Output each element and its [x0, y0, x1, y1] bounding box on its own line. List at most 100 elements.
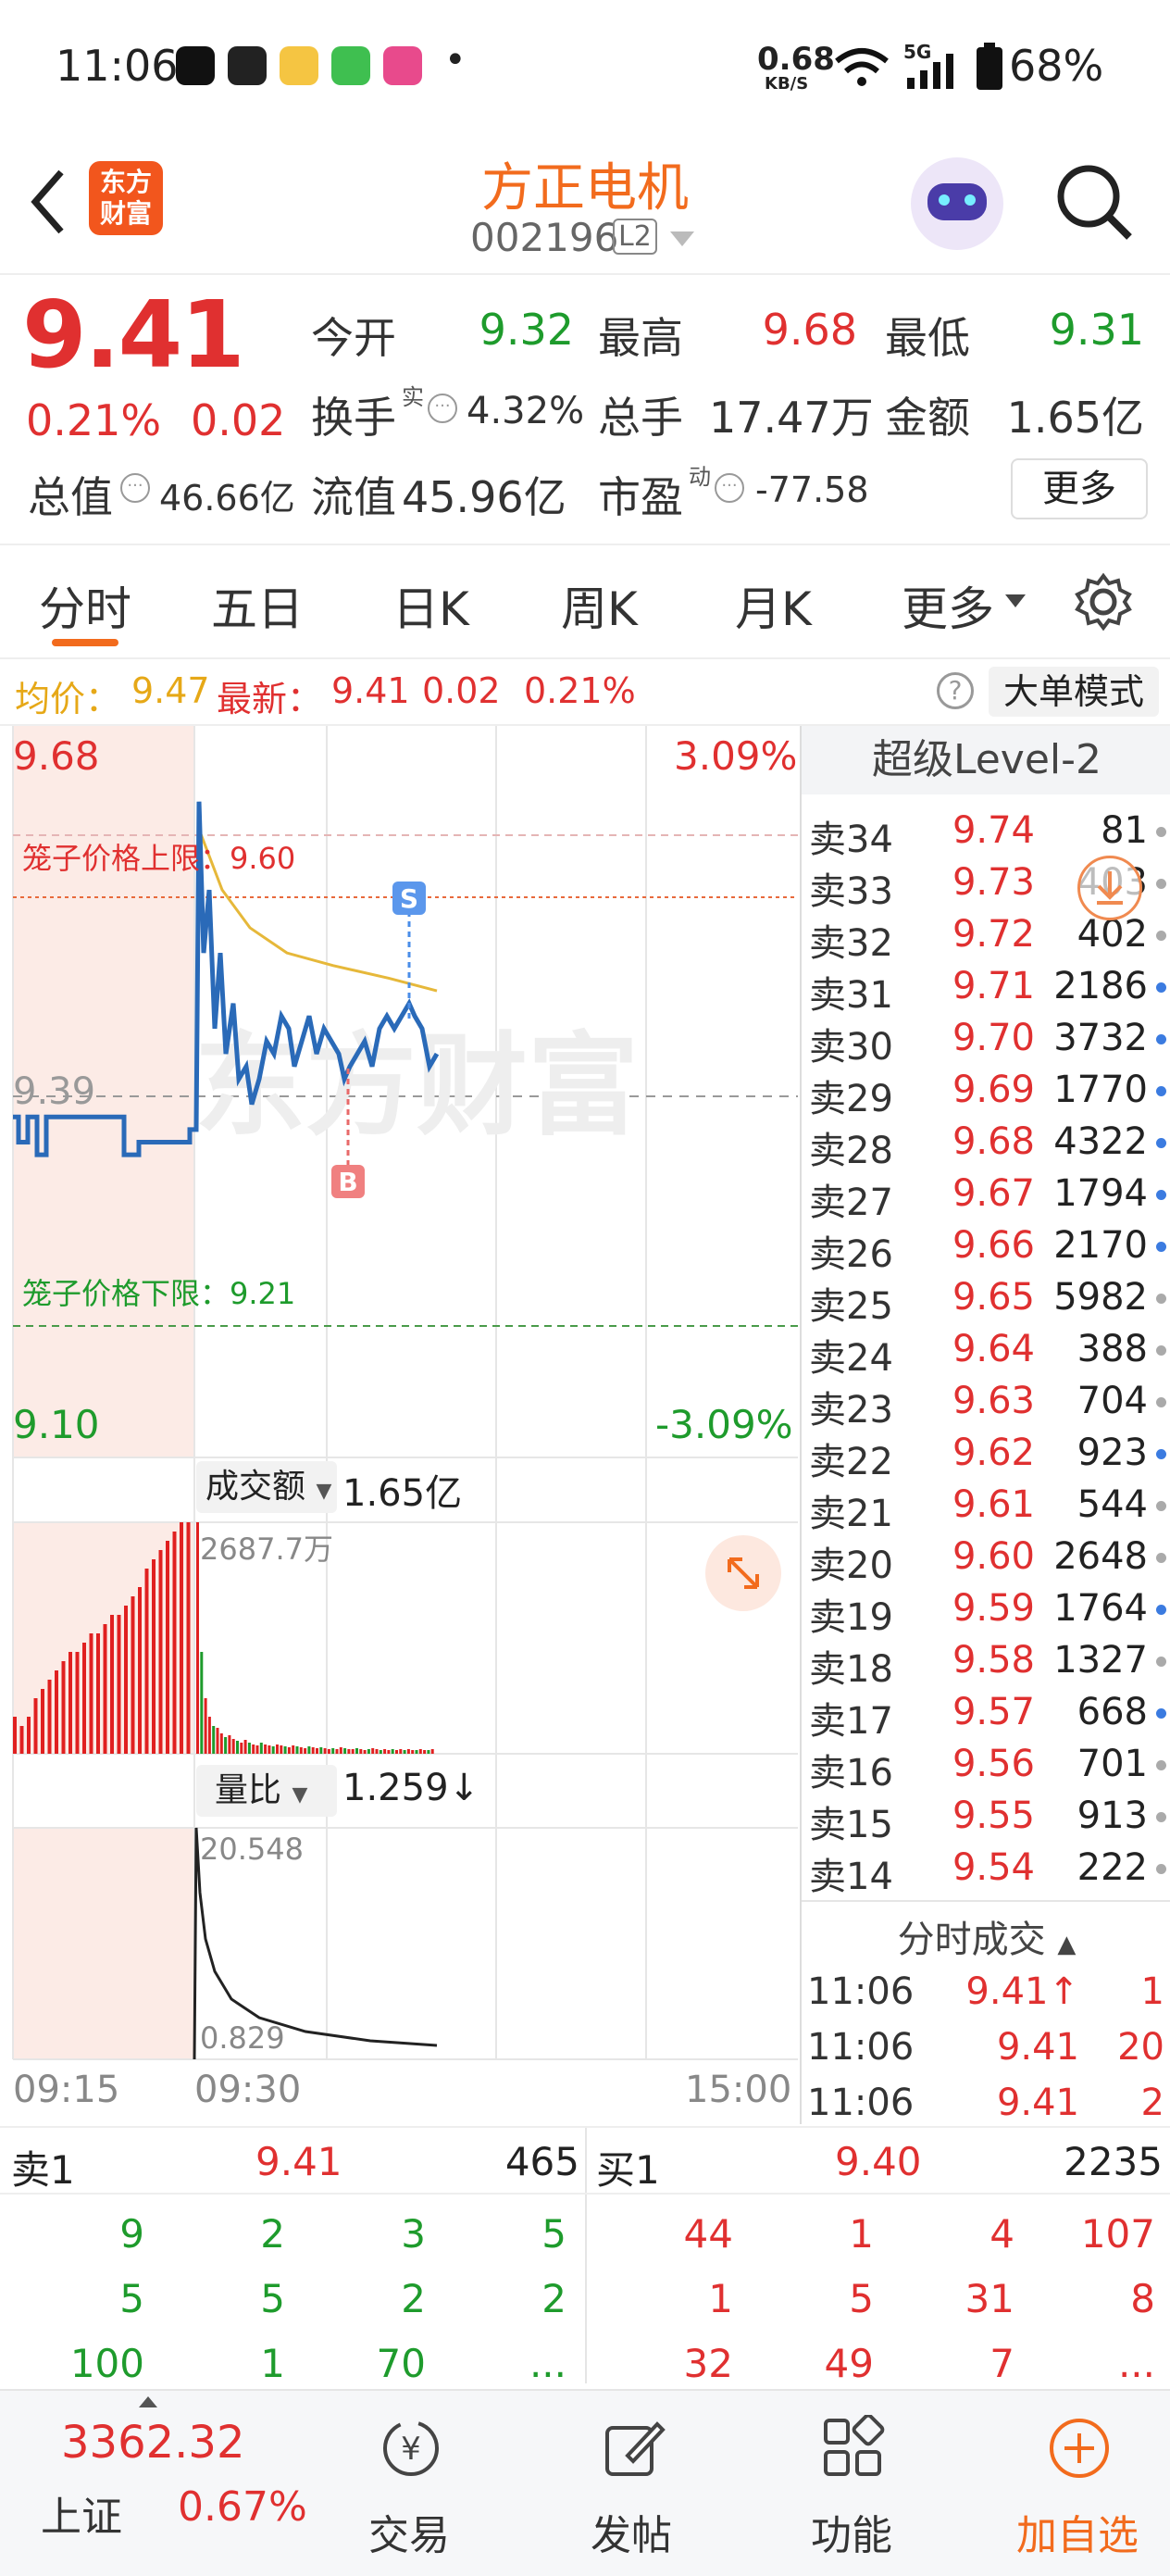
ask-row[interactable]: 卖22 9.62 923 — [802, 1428, 1170, 1483]
volume-bar — [68, 1652, 72, 1754]
expand-icon[interactable] — [705, 1535, 781, 1611]
volume-selector[interactable]: 成交额 ▼ — [196, 1461, 337, 1513]
ask-price: 9.56 — [952, 1743, 1035, 1785]
ask-row[interactable]: 卖21 9.61 544 — [802, 1480, 1170, 1535]
ask-dot — [1156, 1760, 1166, 1770]
ask-level: 卖33 — [809, 870, 893, 913]
search-icon[interactable] — [1055, 163, 1135, 243]
download-icon[interactable] — [1077, 856, 1142, 920]
ask-row[interactable]: 卖25 9.65 5982 — [802, 1272, 1170, 1328]
svg-text:¥: ¥ — [401, 2431, 421, 2468]
caret-down-icon: ▼ — [316, 1480, 332, 1503]
low-value: 9.31 — [1049, 305, 1144, 355]
ask-row[interactable]: 卖31 9.71 2186 — [802, 961, 1170, 1017]
ask-row[interactable]: 卖28 9.68 4322 — [802, 1117, 1170, 1172]
ask-row[interactable]: 卖34 9.74 81 — [802, 806, 1170, 861]
caret-down-icon[interactable] — [670, 231, 694, 246]
ask-row[interactable]: 卖26 9.66 2170 — [802, 1220, 1170, 1276]
ask-row[interactable]: 卖30 9.70 3732 — [802, 1013, 1170, 1069]
info-dots-icon[interactable]: ··· — [120, 473, 150, 503]
ask-level: 卖17 — [809, 1700, 893, 1743]
net-unit: KB/S — [765, 74, 809, 94]
latest-change: 0.02 — [422, 670, 501, 711]
nav-post[interactable]: 发帖 — [548, 2391, 715, 2576]
ask-row[interactable]: 卖27 9.67 1794 — [802, 1169, 1170, 1224]
tab-daily-k[interactable]: 日K — [392, 572, 469, 639]
tab-more[interactable]: 更多 — [902, 572, 994, 639]
info-dots-icon[interactable]: ··· — [715, 473, 744, 503]
volume-bar — [403, 1750, 406, 1754]
ratio-selector[interactable]: 量比 ▼ — [196, 1765, 337, 1817]
latest-pct: 0.21% — [524, 670, 636, 711]
big-order-mode-button[interactable]: 大单模式 — [989, 667, 1159, 717]
caret-down-icon[interactable] — [1005, 594, 1026, 607]
more-button[interactable]: 更多 — [1011, 458, 1148, 519]
tab-monthly-k[interactable]: 月K — [735, 572, 812, 639]
index-value[interactable]: 3362.32 — [61, 2417, 245, 2469]
ask-price: 9.60 — [952, 1535, 1035, 1578]
latest-label: 最新： — [217, 679, 323, 719]
tab-intraday[interactable]: 分时 — [39, 572, 131, 639]
nav-add-watchlist-label: 加自选 — [1016, 2512, 1139, 2559]
ask-row[interactable]: 卖20 9.60 2648 — [802, 1532, 1170, 1587]
ask-row[interactable]: 卖24 9.64 388 — [802, 1324, 1170, 1380]
volume-bar — [231, 1739, 235, 1754]
tab-weekly-k[interactable]: 周K — [561, 572, 638, 639]
ask-row[interactable]: 卖16 9.56 701 — [802, 1739, 1170, 1794]
ask-row[interactable]: 卖18 9.58 1327 — [802, 1635, 1170, 1691]
volume-bar — [391, 1749, 394, 1754]
volume-bar — [219, 1733, 223, 1754]
robot-assistant-icon[interactable] — [911, 157, 1003, 250]
divider — [802, 1900, 1170, 1902]
help-icon[interactable]: ? — [937, 672, 974, 709]
ask-level: 卖15 — [809, 1804, 893, 1846]
nav-trade[interactable]: ¥ 交易 — [326, 2391, 492, 2576]
tick-time: 11:06 — [807, 2026, 915, 2069]
change-amt: 0.02 — [191, 395, 286, 445]
amount-label: 金额 — [885, 393, 970, 443]
volume-max: 2687.7万 — [200, 1532, 333, 1567]
volume-bar — [375, 1749, 379, 1754]
volume-bar — [41, 1689, 44, 1754]
turnover-value: 4.32% — [467, 390, 585, 432]
change-pct: 0.21% — [26, 395, 162, 445]
ask-row[interactable]: 卖14 9.54 222 — [802, 1843, 1170, 1898]
nav-function[interactable]: 功能 — [768, 2391, 935, 2576]
ask-price: 9.63 — [952, 1380, 1035, 1422]
caret-up-icon — [139, 2396, 157, 2407]
ask-row[interactable]: 卖23 9.63 704 — [802, 1376, 1170, 1432]
volume-bar — [430, 1749, 434, 1754]
volume-bar — [252, 1744, 255, 1754]
volume-bar — [276, 1744, 279, 1754]
volume-bar — [61, 1661, 66, 1754]
info-dots-icon[interactable]: ··· — [428, 394, 457, 423]
volume-bar — [236, 1741, 239, 1754]
ask-level: 卖21 — [809, 1493, 893, 1535]
ask-qty: 81 — [1101, 809, 1148, 852]
price-info-row: 均价： 9.47 最新： 9.41 0.02 0.21% ? 大单模式 — [0, 659, 1170, 726]
nav-add-watchlist[interactable]: 加自选 — [994, 2391, 1161, 2576]
ask-row[interactable]: 卖19 9.59 1764 — [802, 1583, 1170, 1639]
shopping-app-icon — [228, 46, 267, 85]
ask-qty: 388 — [1077, 1328, 1148, 1370]
plus-circle-icon — [1050, 2419, 1109, 2478]
intraday-chart[interactable]: 东方财富 S B 9.68 3.09% 笼子价格上限：9.60 9.39 笼子价… — [0, 726, 798, 2124]
ticks-title[interactable]: 分时成交 ▲ — [802, 1909, 1170, 1963]
tick-row: 11:06 9.41↑ 1 — [802, 1967, 1170, 2019]
level2-title[interactable]: 超级Level-2 — [802, 726, 1170, 794]
back-arrow-icon[interactable] — [28, 167, 68, 237]
time-open: 09:30 — [194, 2069, 302, 2111]
tab-five-day[interactable]: 五日 — [211, 572, 304, 639]
bottom-nav: 3362.32 上证 0.67% ¥ 交易 发帖 功能 加自选 — [0, 2389, 1170, 2576]
battery-icon — [977, 43, 1002, 90]
ask-row[interactable]: 卖29 9.69 1770 — [802, 1065, 1170, 1120]
gear-icon[interactable] — [1074, 572, 1133, 631]
ask-row[interactable]: 卖15 9.55 913 — [802, 1791, 1170, 1846]
app-logo[interactable]: 东方 财富 — [89, 161, 163, 235]
ask-dot — [1156, 1501, 1166, 1511]
ask-price: 9.67 — [952, 1172, 1035, 1215]
tick-time: 11:06 — [807, 2082, 915, 2124]
volume-bar — [264, 1744, 268, 1754]
signal-icon — [907, 54, 953, 89]
ask-row[interactable]: 卖17 9.57 668 — [802, 1687, 1170, 1743]
